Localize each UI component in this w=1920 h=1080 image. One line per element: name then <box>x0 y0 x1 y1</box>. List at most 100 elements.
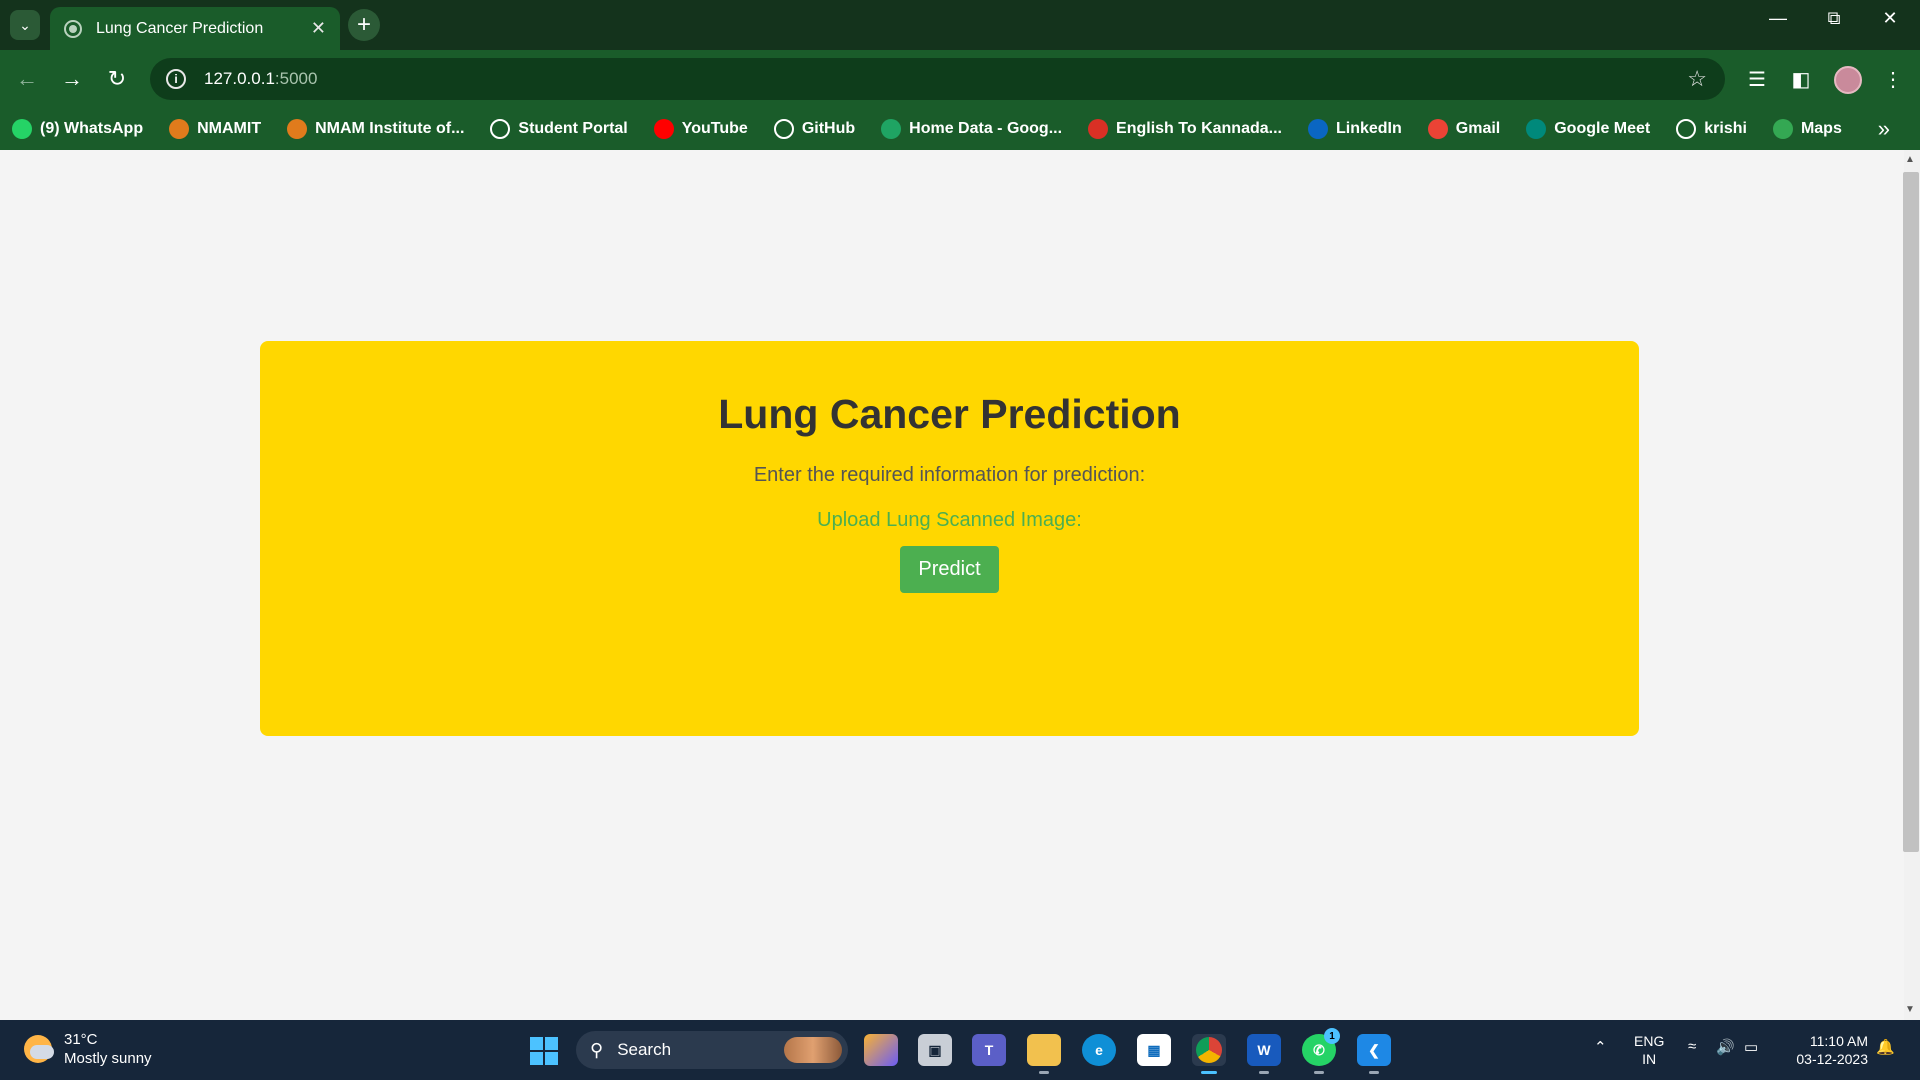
youtube-icon <box>653 119 674 139</box>
partly-sunny-icon <box>24 1035 54 1063</box>
edge-icon[interactable]: e <box>1082 1034 1116 1066</box>
whatsapp-icon[interactable]: ✆ 1 <box>1302 1028 1340 1074</box>
whatsapp-icon <box>12 119 32 139</box>
scroll-up-icon[interactable]: ▲ <box>1905 154 1915 165</box>
bookmark-label: Google Meet <box>1554 120 1651 137</box>
task-view-icon[interactable]: ▣ <box>918 1034 952 1066</box>
scrollbar-thumb[interactable] <box>1903 172 1919 852</box>
bookmark-item[interactable]: YouTube <box>653 119 748 139</box>
weather-widget[interactable]: 31°C Mostly sunny <box>24 1030 152 1068</box>
bookmark-item[interactable]: NMAMIT <box>169 119 261 139</box>
bookmark-item[interactable]: Gmail <box>1427 119 1501 139</box>
bookmark-item[interactable]: (9) WhatsApp <box>12 119 143 139</box>
notification-bell-icon[interactable]: 🔔 <box>1876 1038 1895 1056</box>
profile-avatar[interactable] <box>1834 66 1862 94</box>
microsoft-store-icon[interactable]: ▦ <box>1137 1034 1171 1066</box>
start-button[interactable] <box>530 1037 558 1065</box>
windows-taskbar: 31°C Mostly sunny ⚲ Search ▣ T e ▦ W ✆ 1 … <box>0 1020 1920 1080</box>
site-info-icon[interactable]: i <box>166 69 186 89</box>
bookmark-item[interactable]: LinkedIn <box>1307 119 1402 139</box>
tab-strip: ⌄ Lung Cancer Prediction ✕ + — ⧉ ✕ <box>0 0 1920 50</box>
volume-icon[interactable]: 🔊 <box>1716 1038 1735 1056</box>
globe-icon <box>490 119 511 139</box>
wifi-icon[interactable]: ≈ <box>1688 1038 1696 1055</box>
reload-icon: ↻ <box>107 66 127 91</box>
search-label: Search <box>617 1040 672 1059</box>
meet-icon <box>1526 119 1547 139</box>
bookmark-item[interactable]: Home Data - Goog... <box>881 119 1062 139</box>
menu-kebab-icon[interactable]: ⋮ <box>1878 64 1908 94</box>
browser-chrome: ⌄ Lung Cancer Prediction ✕ + — ⧉ ✕ ← → ↻… <box>0 0 1920 150</box>
page-title: Lung Cancer Prediction <box>718 391 1181 437</box>
bookmark-item[interactable]: krishi <box>1676 119 1747 139</box>
side-panel-icon[interactable]: ◧ <box>1786 64 1816 94</box>
weather-condition: Mostly sunny <box>64 1050 152 1067</box>
search-highlight-image <box>784 1037 842 1063</box>
tab-lung-cancer-prediction[interactable]: Lung Cancer Prediction ✕ <box>50 7 340 50</box>
minimize-button[interactable]: — <box>1758 8 1798 29</box>
tab-search-button[interactable]: ⌄ <box>10 10 40 40</box>
sheets-icon <box>881 119 902 139</box>
media-control-icon[interactable]: ☰ <box>1742 64 1772 94</box>
globe-icon <box>1676 119 1697 139</box>
predict-button[interactable]: Predict <box>900 546 999 593</box>
bookmark-label: LinkedIn <box>1335 120 1402 137</box>
bookmark-item[interactable]: Maps <box>1772 119 1842 139</box>
maps-icon <box>1772 119 1793 139</box>
chrome-icon[interactable] <box>1192 1034 1226 1074</box>
url-port: :5000 <box>274 69 318 88</box>
bookmark-label: NMAMIT <box>197 120 262 137</box>
gmail-icon <box>1427 119 1448 139</box>
back-button[interactable]: ← <box>10 62 44 96</box>
bookmark-item[interactable]: Google Meet <box>1526 119 1650 139</box>
bookmark-item[interactable]: GitHub <box>773 119 855 139</box>
battery-icon[interactable]: ▭ <box>1744 1038 1758 1056</box>
close-window-button[interactable]: ✕ <box>1870 8 1910 29</box>
browser-toolbar: ← → ↻ i 127.0.0.1:5000 ☆ <box>0 50 1920 108</box>
reload-button[interactable]: ↻ <box>100 62 134 96</box>
bookmark-label: NMAM Institute of... <box>315 120 465 137</box>
restore-button[interactable]: ⧉ <box>1814 8 1854 29</box>
translate-icon <box>1088 119 1109 139</box>
arrow-left-icon: ← <box>16 66 38 91</box>
prediction-card: Lung Cancer Prediction Enter the require… <box>260 341 1639 736</box>
file-explorer-icon[interactable] <box>1027 1034 1061 1074</box>
new-tab-button[interactable]: + <box>348 9 380 41</box>
bookmark-label: YouTube <box>681 120 748 137</box>
clock-time: 11:10 AM <box>1809 1033 1868 1049</box>
bookmarks-bar: (9) WhatsApp NMAMIT NMAM Institute of... St… <box>0 108 1920 150</box>
bookmark-label: (9) WhatsApp <box>40 120 144 137</box>
vscode-icon[interactable]: ❮ <box>1357 1034 1391 1074</box>
language-code: ENG <box>1634 1033 1665 1049</box>
nmamit-icon <box>287 119 308 139</box>
bookmark-star-icon[interactable]: ☆ <box>1687 66 1707 92</box>
region-code: IN <box>1642 1051 1657 1067</box>
bookmarks-overflow-icon[interactable]: » <box>1878 116 1890 142</box>
bookmark-label: Home Data - Goog... <box>909 120 1063 137</box>
bookmark-item[interactable]: NMAM Institute of... <box>287 119 464 139</box>
notification-badge: 1 <box>1324 1028 1340 1044</box>
system-clock[interactable]: 11:10 AM 03-12-2023 <box>1782 1032 1868 1068</box>
show-hidden-icons-icon[interactable]: ⌃ <box>1594 1038 1607 1056</box>
input-language[interactable]: ENG IN <box>1634 1032 1664 1068</box>
taskbar-search[interactable]: ⚲ Search <box>576 1031 848 1069</box>
arrow-right-icon: → <box>61 66 83 91</box>
scroll-down-icon[interactable]: ▼ <box>1905 1004 1915 1015</box>
teams-icon[interactable]: T <box>972 1034 1006 1066</box>
bookmark-label: Gmail <box>1455 120 1501 137</box>
forward-button[interactable]: → <box>55 62 89 96</box>
bookmark-label: English To Kannada... <box>1116 120 1282 137</box>
bookmark-label: Maps <box>1800 120 1842 137</box>
bookmark-label: krishi <box>1704 120 1747 137</box>
nmamit-icon <box>169 119 190 139</box>
word-icon[interactable]: W <box>1247 1034 1281 1074</box>
close-tab-icon[interactable]: ✕ <box>311 18 326 39</box>
copilot-icon[interactable] <box>864 1034 898 1066</box>
chevron-down-icon: ⌄ <box>19 16 31 33</box>
bookmark-item[interactable]: English To Kannada... <box>1088 119 1282 139</box>
globe-icon <box>64 19 82 38</box>
address-bar[interactable]: i 127.0.0.1:5000 ☆ <box>150 58 1725 100</box>
bookmark-item[interactable]: Student Portal <box>490 119 628 139</box>
linkedin-icon <box>1307 119 1328 139</box>
github-icon <box>773 119 794 139</box>
